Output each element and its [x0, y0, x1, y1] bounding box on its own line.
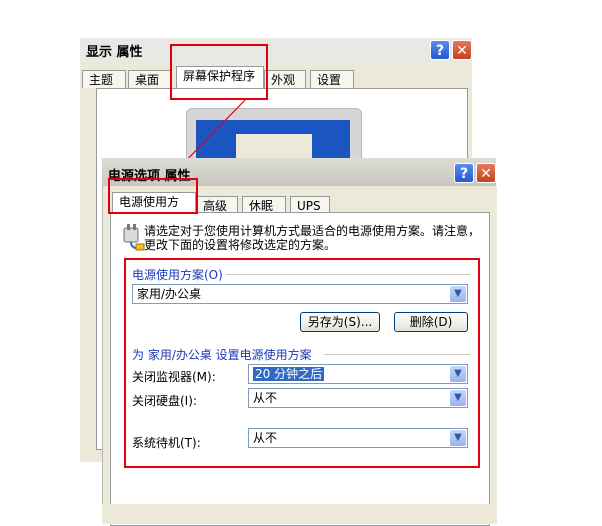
settings-group-divider: [324, 354, 470, 355]
close-button[interactable]: ✕: [476, 163, 496, 183]
tab-appearance[interactable]: 外观: [264, 70, 306, 88]
standby-label: 系统待机(T):: [132, 436, 201, 450]
standby-value: 从不: [253, 431, 278, 445]
disk-off-value: 从不: [253, 391, 278, 405]
delete-button[interactable]: 删除(D): [394, 312, 468, 332]
help-button[interactable]: ?: [454, 163, 474, 183]
monitor-off-label: 关闭监视器(M):: [132, 370, 216, 384]
window-bottom-frame: [102, 504, 496, 524]
display-properties-title: 显示 属性: [86, 45, 143, 60]
tab-desktop[interactable]: 桌面: [128, 70, 172, 88]
help-button-back[interactable]: ?: [430, 40, 450, 60]
power-plug-icon: [123, 224, 145, 251]
monitor-off-select[interactable]: 20 分钟之后 ▼: [248, 364, 468, 384]
monitor-off-value: 20 分钟之后: [253, 367, 325, 381]
highlight-power-scheme-tab: [108, 178, 198, 214]
chevron-down-icon[interactable]: ▼: [450, 390, 466, 406]
chevron-down-icon[interactable]: ▼: [450, 366, 466, 382]
scheme-description: 请选定对于您使用计算机方式最适合的电源使用方案。请注意，更改下面的设置将修改选定…: [144, 224, 481, 252]
highlight-screensaver-tab: [170, 44, 268, 100]
scheme-group-label: 电源使用方案(O): [132, 268, 223, 282]
close-button-back[interactable]: ✕: [452, 40, 472, 60]
tab-settings[interactable]: 设置: [310, 70, 354, 88]
chevron-down-icon[interactable]: ▼: [450, 286, 466, 302]
scheme-select[interactable]: 家用/办公桌 ▼: [132, 284, 468, 304]
chevron-down-icon[interactable]: ▼: [450, 430, 466, 446]
settings-group-label: 为 家用/办公桌 设置电源使用方案: [132, 348, 312, 362]
save-as-button[interactable]: 另存为(S)...: [300, 312, 380, 332]
standby-select[interactable]: 从不 ▼: [248, 428, 468, 448]
scheme-group-divider: [226, 274, 470, 275]
disk-off-label: 关闭硬盘(I):: [132, 394, 197, 408]
scheme-select-value: 家用/办公桌: [137, 287, 202, 301]
disk-off-select[interactable]: 从不 ▼: [248, 388, 468, 408]
tab-themes[interactable]: 主题: [82, 70, 126, 88]
